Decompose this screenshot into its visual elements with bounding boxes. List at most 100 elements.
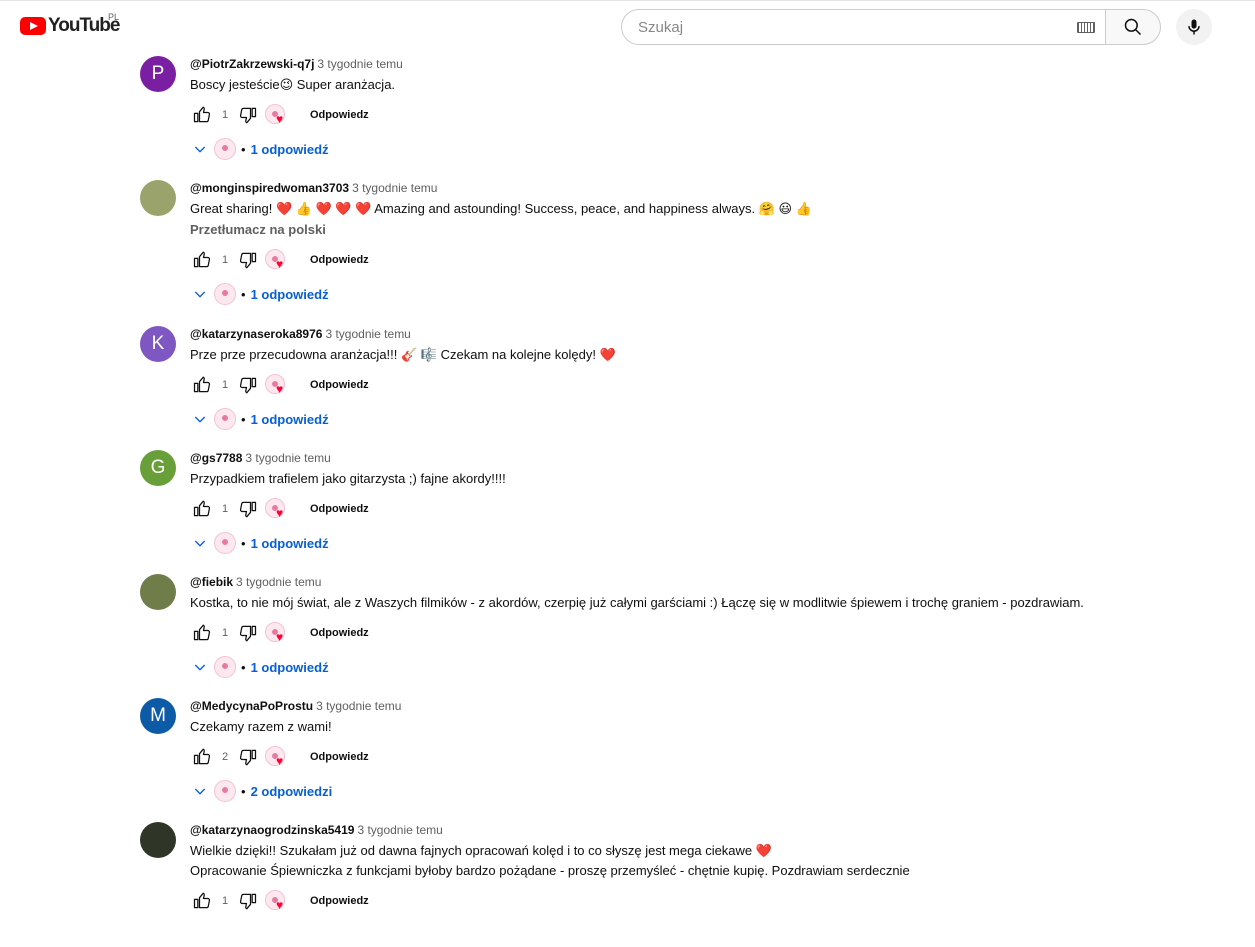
thumbs-up-icon: [193, 748, 211, 765]
separator-dot: •: [241, 286, 246, 302]
avatar-letter: K: [151, 333, 165, 354]
like-button[interactable]: [190, 621, 214, 645]
dislike-button[interactable]: [236, 745, 260, 769]
comment-time[interactable]: 3 tygodnie temu: [316, 699, 401, 713]
replies-count-label: 1 odpowiedź: [250, 411, 329, 427]
comment-toolbar: 1 ♥ Odpowiedz: [190, 889, 1230, 913]
like-button[interactable]: [190, 373, 214, 397]
avatar[interactable]: [140, 180, 176, 216]
dislike-button[interactable]: [236, 889, 260, 913]
reply-button[interactable]: Odpowiedz: [310, 379, 369, 391]
heart-icon: ♥: [276, 257, 284, 271]
avatar[interactable]: M: [140, 698, 176, 734]
comment-toolbar: 1 ♥ Odpowiedz: [190, 497, 1230, 521]
comment-time[interactable]: 3 tygodnie temu: [352, 181, 437, 195]
thumbs-up-icon: [193, 892, 211, 909]
thumbs-up-icon: [193, 251, 211, 268]
comment-toolbar: 1 ♥ Odpowiedz: [190, 103, 1230, 127]
heart-icon: ♥: [276, 112, 284, 126]
comment-author[interactable]: @gs7788: [190, 451, 242, 465]
reply-button[interactable]: Odpowiedz: [310, 751, 369, 763]
like-count: 2: [221, 751, 229, 763]
avatar[interactable]: G: [140, 450, 176, 486]
comment-time[interactable]: 3 tygodnie temu: [325, 327, 410, 341]
comment-author[interactable]: @fiebik: [190, 575, 233, 589]
chevron-down-icon: [190, 781, 210, 801]
creator-heart-badge: ♥: [264, 248, 288, 272]
thumbs-down-icon: [239, 625, 257, 642]
creator-heart-badge: ♥: [264, 373, 288, 397]
thumbs-down-icon: [239, 377, 257, 394]
view-replies-button[interactable]: • 1 odpowiedź: [190, 655, 1230, 679]
creator-reply-avatar: [214, 138, 236, 160]
search-box: [621, 9, 1105, 45]
avatar-letter: G: [150, 457, 166, 478]
chevron-down-icon: [190, 533, 210, 553]
voice-search-button[interactable]: [1176, 9, 1212, 45]
dislike-button[interactable]: [236, 248, 260, 272]
comment-toolbar: 1 ♥ Odpowiedz: [190, 248, 1230, 272]
comment-author[interactable]: @katarzynaseroka8976: [190, 327, 322, 341]
comment-time[interactable]: 3 tygodnie temu: [236, 575, 321, 589]
dislike-button[interactable]: [236, 621, 260, 645]
view-replies-button[interactable]: • 1 odpowiedź: [190, 282, 1230, 306]
comment-text: Czekamy razem z wami!: [190, 719, 332, 734]
like-button[interactable]: [190, 889, 214, 913]
comment-text: Great sharing! ❤️ 👍 ❤️ ❤️ ❤️ Amazing and…: [190, 201, 812, 216]
keyboard-icon[interactable]: [1077, 22, 1095, 33]
comment-author[interactable]: @katarzynaogrodzinska5419: [190, 823, 354, 837]
like-button[interactable]: [190, 103, 214, 127]
reply-button[interactable]: Odpowiedz: [310, 254, 369, 266]
search-input[interactable]: [638, 18, 1038, 36]
avatar[interactable]: [140, 574, 176, 610]
thumbs-down-icon: [239, 893, 257, 910]
youtube-logo[interactable]: YouTube PL: [20, 12, 120, 37]
chevron-down-icon: [190, 409, 210, 429]
microphone-icon: [1188, 19, 1200, 35]
chevron-down-icon: [190, 139, 210, 159]
reply-button[interactable]: Odpowiedz: [310, 503, 369, 515]
reply-button[interactable]: Odpowiedz: [310, 895, 369, 907]
reply-button[interactable]: Odpowiedz: [310, 627, 369, 639]
dislike-button[interactable]: [236, 497, 260, 521]
avatar[interactable]: K: [140, 326, 176, 362]
dislike-button[interactable]: [236, 103, 260, 127]
like-button[interactable]: [190, 248, 214, 272]
thumbs-down-icon: [239, 107, 257, 124]
reply-button[interactable]: Odpowiedz: [310, 109, 369, 121]
dislike-button[interactable]: [236, 373, 260, 397]
comment-time[interactable]: 3 tygodnie temu: [357, 823, 442, 837]
thumbs-down-icon: [239, 501, 257, 518]
view-replies-button[interactable]: • 1 odpowiedź: [190, 137, 1230, 161]
separator-dot: •: [241, 141, 246, 157]
view-replies-button[interactable]: • 2 odpowiedzi: [190, 779, 1230, 803]
comment-time[interactable]: 3 tygodnie temu: [317, 57, 402, 71]
avatar[interactable]: [140, 822, 176, 858]
thumbs-down-icon: [239, 749, 257, 766]
search-button[interactable]: [1105, 9, 1161, 45]
like-count: 1: [221, 109, 229, 121]
creator-reply-avatar: [214, 780, 236, 802]
like-button[interactable]: [190, 497, 214, 521]
comment-author[interactable]: @PiotrZakrzewski-q7j: [190, 57, 314, 71]
translate-link[interactable]: Przetłumacz na polski: [190, 220, 1230, 240]
like-count: 1: [221, 503, 229, 515]
separator-dot: •: [241, 411, 246, 427]
view-replies-button[interactable]: • 1 odpowiedź: [190, 407, 1230, 431]
creator-reply-avatar: [214, 656, 236, 678]
heart-icon: ♥: [276, 506, 284, 520]
like-button[interactable]: [190, 745, 214, 769]
comment-time[interactable]: 3 tygodnie temu: [245, 451, 330, 465]
comment-text: Kostka, to nie mój świat, ale z Waszych …: [190, 595, 1084, 610]
avatar[interactable]: P: [140, 56, 176, 92]
search-bar: [621, 9, 1161, 45]
comment-toolbar: 1 ♥ Odpowiedz: [190, 621, 1230, 645]
comment-author[interactable]: @MedycynaPoProstu: [190, 699, 313, 713]
replies-count-label: 1 odpowiedź: [250, 141, 329, 157]
thumbs-up-icon: [193, 106, 211, 123]
thumbs-up-icon: [193, 376, 211, 393]
view-replies-button[interactable]: • 1 odpowiedź: [190, 531, 1230, 555]
replies-count-label: 1 odpowiedź: [250, 535, 329, 551]
heart-icon: ♥: [276, 630, 284, 644]
comment-author[interactable]: @monginspiredwoman3703: [190, 181, 349, 195]
